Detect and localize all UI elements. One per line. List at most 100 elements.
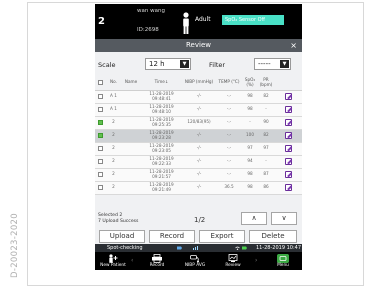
record-number: 2	[112, 145, 115, 151]
cell-name	[121, 181, 141, 195]
cell-no: 2	[106, 116, 121, 130]
row-select-cell[interactable]	[95, 103, 106, 117]
table-row[interactable]: A 1 11-28-2019 09:48:41 -/- -.- 98 82	[95, 90, 302, 104]
cell-time: 11-28-2019 09:25:35	[141, 116, 182, 130]
cell-name	[121, 129, 141, 143]
new-patient-icon	[109, 254, 118, 263]
quick-key-label: Review	[225, 263, 241, 268]
column-header[interactable]: SpO₂ (%)	[242, 76, 258, 91]
new-patient-key[interactable]: New Patient	[97, 252, 129, 270]
cell-no: 2	[106, 168, 121, 182]
edit-icon[interactable]	[284, 184, 292, 191]
bed-number[interactable]: 2	[98, 16, 105, 27]
checkbox[interactable]	[98, 93, 103, 99]
chevron-right-icon[interactable]: ›	[255, 257, 257, 264]
record-number: 2	[112, 171, 115, 177]
edit-icon[interactable]	[284, 93, 292, 100]
dropdown-arrow-icon: ▼	[180, 60, 189, 68]
record-number: 2	[112, 184, 115, 190]
record-number: 2	[112, 158, 115, 164]
column-header[interactable]: Time↓	[141, 76, 182, 91]
checkbox[interactable]	[98, 80, 103, 86]
cell-name	[121, 90, 141, 104]
edit-icon[interactable]	[284, 119, 292, 126]
checkbox[interactable]	[98, 132, 103, 138]
table-row[interactable]: 2 11-28-2019 09:21:57 -/- -.- 98 87	[95, 168, 302, 182]
cell-temp: 36.5	[216, 181, 242, 195]
checkbox[interactable]	[98, 184, 103, 190]
checkbox[interactable]	[98, 171, 103, 177]
table-row[interactable]: A 1 11-28-2019 09:48:10 -/- -.- 98-	[95, 103, 302, 117]
edit-icon[interactable]	[284, 158, 292, 165]
document-code: D-20023-2020	[2, 200, 24, 284]
cell-time: 11-28-2019 09:21:57	[141, 168, 182, 182]
row-select-cell[interactable]	[95, 129, 106, 143]
cell-pr: 87	[258, 168, 274, 182]
edit-icon[interactable]	[284, 106, 292, 113]
record-key[interactable]: Record	[141, 252, 173, 270]
nibp-avg-key[interactable]: NIBP AVG	[179, 252, 211, 270]
table-row[interactable]: 2 11-28-2019 09:23:05 -/- -.- 97 97	[95, 142, 302, 156]
upload-flag: A	[110, 106, 113, 112]
row-select-cell[interactable]	[95, 142, 106, 156]
menu-key[interactable]: Menu	[267, 252, 299, 270]
edit-icon[interactable]	[284, 171, 292, 178]
dropdown-arrow-icon: ▼	[280, 60, 289, 68]
page-down-button[interactable]: ∨	[271, 212, 297, 225]
column-header[interactable]: Name	[121, 76, 141, 91]
cell-spo2: 97	[242, 142, 258, 156]
scale-label: Scale	[98, 61, 116, 69]
quick-key-label: NIBP AVG	[184, 263, 206, 268]
checkbox[interactable]	[98, 106, 103, 112]
delete-button[interactable]: Delete	[249, 230, 297, 243]
cell-temp: -.-	[216, 155, 242, 169]
row-select-cell[interactable]	[95, 116, 106, 130]
quick-key-bar: New Patient ‹ Record NIBP AVG Review › M…	[95, 252, 302, 270]
cell-time: 11-28-2019 09:48:41	[141, 90, 182, 104]
export-button[interactable]: Export	[199, 230, 245, 243]
column-header[interactable]: TEMP (°C)	[216, 76, 242, 91]
checkbox[interactable]	[98, 119, 103, 125]
patient-name[interactable]: wan wang	[137, 8, 165, 14]
checkbox[interactable]	[98, 158, 103, 164]
cell-spo2: 100	[242, 129, 258, 143]
table-row[interactable]: 2 11-28-2019 09:23:28 -/- -.- 100 82	[95, 129, 302, 143]
record-time: 09:48:10	[152, 108, 171, 114]
page-up-button[interactable]: ∧	[241, 212, 267, 225]
row-select-cell[interactable]	[95, 155, 106, 169]
edit-icon[interactable]	[284, 145, 292, 152]
row-select-cell[interactable]	[95, 181, 106, 195]
table-row[interactable]: 2 11-28-2019 09:21:49 -/- 36.5 98 86	[95, 181, 302, 195]
filter-select[interactable]: ----- ▼	[254, 58, 291, 70]
column-header[interactable]: NIBP (mmHg)	[182, 76, 216, 91]
record-time: 09:48:41	[152, 95, 171, 101]
edit-icon[interactable]	[284, 132, 292, 139]
review-key[interactable]: Review	[217, 252, 249, 270]
cell-pr: 86	[258, 181, 274, 195]
scale-select[interactable]: 12 h ▼	[145, 58, 191, 70]
row-select-cell[interactable]	[95, 90, 106, 104]
checkbox[interactable]	[98, 145, 103, 151]
header-select-all[interactable]	[95, 76, 106, 91]
column-header[interactable]: PR (bpm)	[258, 76, 274, 91]
alarm-message[interactable]: SpO₂ Sensor Off	[222, 15, 284, 25]
mode-label: Spot-checking	[107, 245, 143, 251]
close-icon[interactable]: ×	[290, 39, 297, 52]
record-number: 1	[114, 106, 117, 112]
cell-spo2: 94	[242, 155, 258, 169]
record-button[interactable]: Record	[149, 230, 195, 243]
chevron-left-icon[interactable]: ‹	[131, 257, 133, 264]
patient-type[interactable]: Adult	[195, 16, 211, 23]
row-select-cell[interactable]	[95, 168, 106, 182]
column-header[interactable]: No.	[106, 76, 121, 91]
record-number: 2	[112, 119, 115, 125]
status-bar: 2 wan wang ID:2698 Adult SpO₂ Sensor Off	[95, 4, 302, 39]
cell-pr: 82	[258, 90, 274, 104]
table-row[interactable]: 2 11-28-2019 09:22:33 -/- -.- 94-	[95, 155, 302, 169]
table-row[interactable]: 2 11-28-2019 09:25:35 120/83(95) -.- -90	[95, 116, 302, 130]
upload-button[interactable]: Upload	[99, 230, 145, 243]
cell-time: 11-28-2019 09:23:05	[141, 142, 182, 156]
patient-id[interactable]: ID:2698	[137, 27, 159, 33]
record-time: 09:23:28	[152, 134, 171, 140]
quick-key-label: New Patient	[100, 263, 126, 268]
